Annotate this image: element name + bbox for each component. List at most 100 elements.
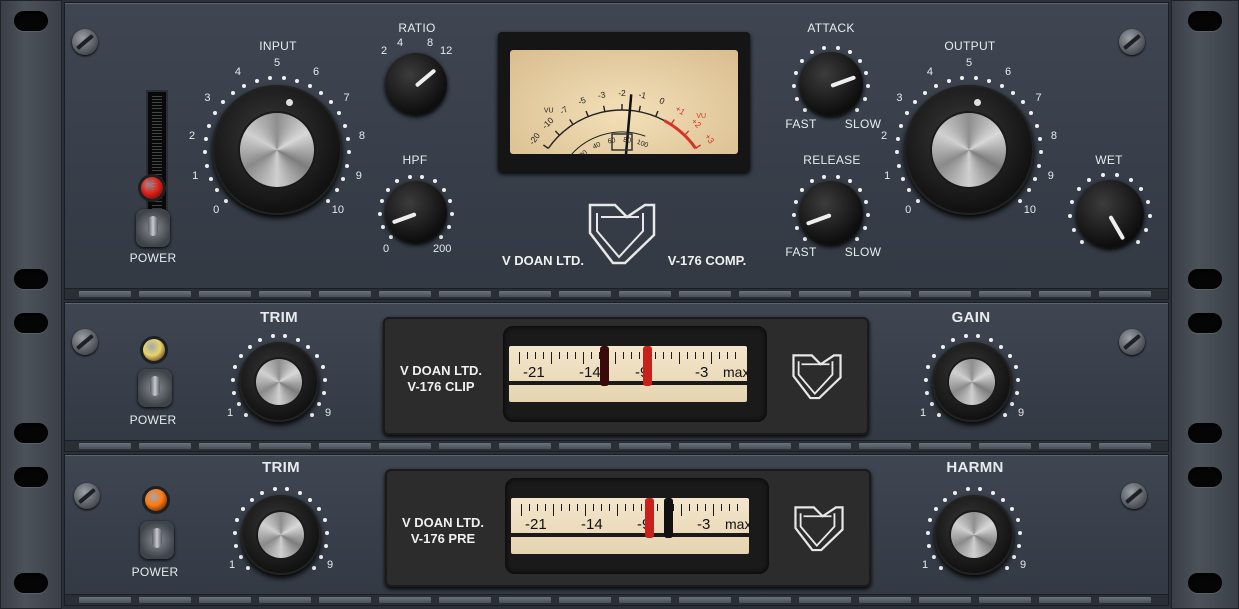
scale-dot: [231, 377, 236, 382]
meter-tick: [543, 352, 544, 359]
rack-slot: [14, 11, 48, 31]
power-toggle[interactable]: [138, 369, 172, 407]
scale-dot: [268, 76, 273, 81]
scale-dot: [379, 199, 384, 204]
meter-tick: [719, 352, 720, 359]
attack-knob[interactable]: [799, 52, 863, 116]
pre-unit: POWER TRIM 1 9 V DOAN LTD. V-176 PRE -21…: [64, 454, 1169, 606]
gain-knob[interactable]: [932, 342, 1012, 422]
meter-tick: [729, 504, 730, 511]
meter-tick: [673, 504, 674, 511]
scale-dot: [855, 108, 860, 113]
rail-segment: [1099, 443, 1151, 449]
scale-dot: [244, 412, 249, 417]
attack-label: ATTACK: [807, 21, 855, 35]
rail-segment: [259, 597, 311, 603]
scale-number: 9: [1047, 169, 1054, 182]
hpf-knob[interactable]: [385, 181, 447, 243]
scale-dot: [322, 377, 327, 382]
scale-dot: [792, 213, 797, 218]
meter-tick: [535, 352, 536, 359]
wet-knob[interactable]: [1076, 180, 1144, 248]
scale-dot: [329, 100, 333, 105]
rail-segment: [1099, 291, 1151, 297]
scale-dot: [208, 176, 213, 181]
meter-tick: [737, 504, 738, 511]
scale-dot: [1002, 412, 1007, 417]
pre-meter-window: -21 -14 -9 -3 max: [505, 478, 769, 574]
scale-number: 8: [358, 129, 365, 142]
release-knob[interactable]: [799, 181, 863, 245]
meter-tick: [657, 504, 658, 511]
rail-segment: [979, 443, 1031, 449]
vu-tag: VU: [544, 108, 554, 115]
vu-scale-label: -1: [638, 89, 648, 100]
scale-dot: [905, 111, 910, 116]
knob-pointer: [806, 213, 832, 226]
comp-unit: POWER INPUT 0 1 2 3 4 5 6 7 8 9 10 RATIO 2 4 8 12 …: [64, 2, 1169, 300]
power-toggle[interactable]: [136, 209, 170, 247]
screw-icon: [74, 483, 100, 509]
gain-label: GAIN: [951, 309, 991, 326]
pre-meter-scale: -21 -14 -9 -3 max: [511, 498, 751, 554]
vu-meter-face: -20-10-7-5-3-2-10+1+2+3020406080100VUVU: [510, 50, 738, 181]
scale-dot: [895, 136, 900, 141]
scale-number: 7: [1035, 92, 1042, 105]
trim-knob[interactable]: [239, 342, 319, 422]
rack-slot: [14, 313, 48, 333]
vu-scale-label: -3: [597, 89, 607, 100]
rail-segment: [319, 443, 371, 449]
scale-dot: [336, 111, 341, 116]
scale-dot: [802, 108, 807, 113]
input-knob[interactable]: [212, 85, 342, 215]
scale-dot: [865, 213, 870, 218]
rack-slot: [14, 269, 48, 289]
meter-tick: [631, 352, 632, 359]
meter-tick: [152, 204, 162, 206]
meter-tick: [639, 352, 640, 359]
scale-dot: [1009, 507, 1014, 511]
meter-tick: [615, 352, 616, 364]
meter-tick: [601, 504, 602, 511]
input-label: INPUT: [259, 39, 297, 53]
vu-scale-label: -20: [527, 131, 542, 147]
scale-dot: [795, 226, 800, 231]
harmn-knob[interactable]: [934, 495, 1014, 575]
trim-label: TRIM: [262, 459, 300, 476]
rail-segment: [499, 597, 551, 603]
scale-dot: [822, 174, 827, 179]
scale-dot: [987, 78, 992, 83]
output-knob[interactable]: [904, 85, 1034, 215]
scale-dot: [239, 354, 244, 358]
scale-dot: [308, 497, 313, 502]
rack-slot: [1188, 423, 1222, 443]
scale-dot: [1115, 172, 1120, 177]
rack-slot: [14, 423, 48, 443]
power-toggle[interactable]: [140, 521, 174, 559]
power-led: [141, 177, 163, 199]
ratio-value-8: 8: [427, 37, 434, 49]
scale-dot: [864, 70, 869, 75]
meter-tick: [537, 504, 538, 511]
screw-icon: [72, 329, 98, 355]
ratio-knob[interactable]: [385, 53, 447, 115]
scale-dot: [928, 518, 933, 523]
trim-max-label: 9: [327, 559, 334, 571]
release-slow-label: SLOW: [844, 245, 882, 259]
trim-knob[interactable]: [241, 495, 321, 575]
rail-segment: [1039, 291, 1091, 297]
scale-dot: [1004, 565, 1009, 570]
scale-number: 3: [896, 92, 903, 105]
scale-dot: [319, 555, 324, 560]
scale-dot: [234, 543, 239, 548]
scale-dot: [793, 70, 798, 75]
scale-dot: [233, 530, 238, 535]
meter-tick: [545, 504, 546, 511]
scale-dot: [285, 487, 290, 492]
scale-dot: [247, 344, 252, 349]
scale-dot: [1068, 214, 1073, 219]
vd-logo-icon: [792, 354, 842, 400]
meter-tick: [152, 120, 162, 122]
clip-meter-window: -21 -14 -9 -3 max: [503, 326, 767, 422]
rail-segment: [139, 597, 191, 603]
